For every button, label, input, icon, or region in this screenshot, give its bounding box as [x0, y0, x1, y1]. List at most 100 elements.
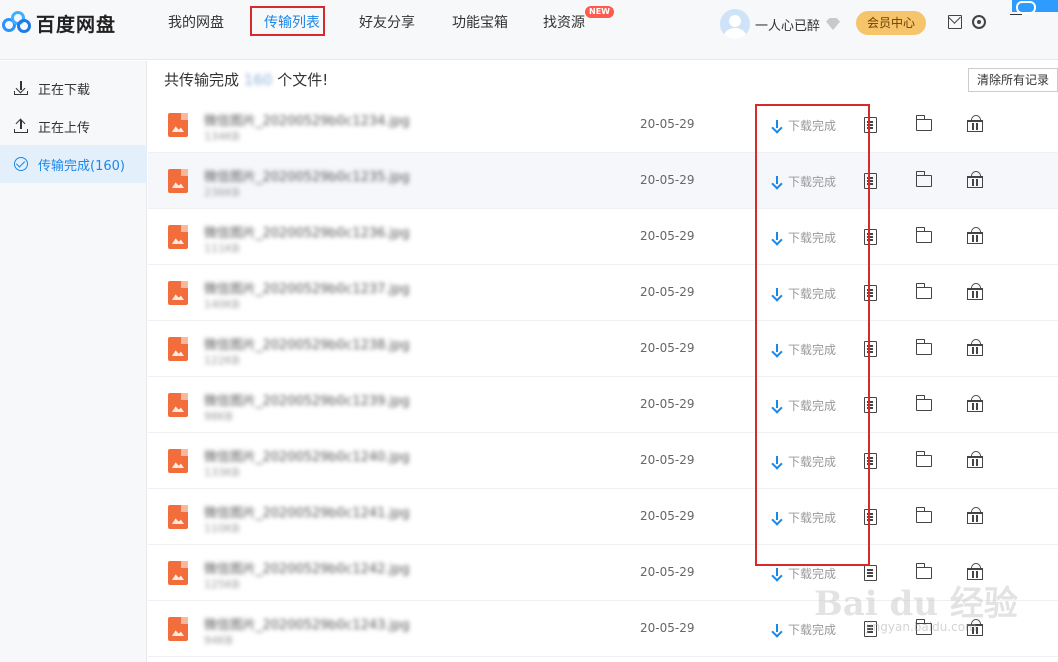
nav-find-resources[interactable]: 找资源 NEW	[543, 6, 614, 32]
download-arrow-icon	[772, 511, 782, 524]
new-badge: NEW	[585, 6, 614, 18]
nav-friend-share[interactable]: 好友分享	[359, 12, 415, 32]
open-file-icon[interactable]	[864, 397, 877, 413]
open-file-icon[interactable]	[864, 565, 877, 581]
open-file-icon[interactable]	[864, 285, 877, 301]
file-date: 20-05-29	[640, 621, 695, 635]
app-name: 百度网盘	[36, 13, 117, 36]
table-row[interactable]: 微信图片_20200529b0c1242.jpg 125KB 20-05-29 下载完…	[148, 545, 1058, 601]
table-row[interactable]: 微信图片_20200529b0c1241.jpg 110KB 20-05-29 下载完…	[148, 489, 1058, 545]
sidebar-item-completed[interactable]: 传输完成(160)	[0, 145, 147, 183]
status-text: 下载完成	[788, 399, 837, 413]
open-file-icon[interactable]	[864, 229, 877, 245]
open-folder-icon[interactable]	[915, 619, 932, 635]
open-file-icon[interactable]	[864, 509, 877, 525]
file-size: 94KB	[204, 634, 233, 647]
image-file-icon	[168, 393, 188, 417]
open-folder-icon[interactable]	[915, 171, 932, 187]
avatar[interactable]	[720, 9, 750, 39]
file-size: 98KB	[204, 410, 233, 423]
open-folder-icon[interactable]	[915, 507, 932, 523]
sidebar-item-label: 正在上传	[38, 120, 91, 136]
delete-basket-icon[interactable]	[967, 339, 983, 356]
open-file-icon[interactable]	[864, 341, 877, 357]
open-folder-icon[interactable]	[915, 563, 932, 579]
open-folder-icon[interactable]	[915, 115, 932, 131]
file-size: 122KB	[204, 354, 240, 367]
delete-basket-icon[interactable]	[967, 395, 983, 412]
transfer-summary: 共传输完成 160 个文件!	[164, 69, 328, 90]
cloud-logo-icon	[0, 8, 34, 38]
sidebar-item-label: 传输完成(160)	[38, 158, 125, 174]
open-folder-icon[interactable]	[915, 283, 932, 299]
download-arrow-icon	[772, 287, 782, 300]
table-row[interactable]: 微信图片_20200529b0c1234.jpg 134KB 20-05-29 下载完…	[148, 97, 1058, 153]
nav-transfer-list[interactable]: 传输列表	[250, 6, 325, 36]
open-file-icon[interactable]	[864, 453, 877, 469]
table-row[interactable]: 微信图片_20200529b0c1236.jpg 111KB 20-05-29 下载完…	[148, 209, 1058, 265]
delete-basket-icon[interactable]	[967, 619, 983, 636]
table-row[interactable]: 微信图片_20200529b0c1237.jpg 140KB 20-05-29 下载完…	[148, 265, 1058, 321]
top-icons	[948, 15, 996, 29]
file-date: 20-05-29	[640, 229, 695, 243]
delete-basket-icon[interactable]	[967, 563, 983, 580]
delete-basket-icon[interactable]	[967, 283, 983, 300]
diamond-icon	[826, 18, 841, 30]
open-file-icon[interactable]	[864, 621, 877, 637]
download-icon	[14, 81, 28, 95]
nav-my-disk[interactable]: 我的网盘	[168, 12, 224, 32]
open-folder-icon[interactable]	[915, 339, 932, 355]
mail-icon[interactable]	[948, 15, 962, 29]
download-arrow-icon	[772, 231, 782, 244]
file-size: 125KB	[204, 578, 240, 591]
status-text: 下载完成	[788, 623, 837, 637]
summary-suffix: 个文件!	[277, 71, 329, 89]
delete-basket-icon[interactable]	[967, 507, 983, 524]
table-row[interactable]: 微信图片_20200529b0c1239.jpg 98KB 20-05-29 下载完成	[148, 377, 1058, 433]
user-profile[interactable]: 一人心已醉	[720, 9, 841, 39]
table-row[interactable]: 微信图片_20200529b0c1235.jpg 236KB 20-05-29 下载完…	[148, 153, 1058, 209]
open-folder-icon[interactable]	[915, 451, 932, 467]
table-row[interactable]: 微信图片_20200529b0c1240.jpg 133KB 20-05-29 下载完…	[148, 433, 1058, 489]
app-logo[interactable]: 百度网盘	[0, 8, 116, 38]
delete-basket-icon[interactable]	[967, 171, 983, 188]
download-arrow-icon	[772, 455, 782, 468]
download-arrow-icon	[772, 119, 782, 132]
table-row[interactable]: 微信图片_20200529b0c1243.jpg 94KB 20-05-29 下载完成	[148, 601, 1058, 657]
status-badge: 下载完成	[772, 397, 836, 414]
nav-toolbox[interactable]: 功能宝箱	[452, 12, 508, 32]
file-size: 110KB	[204, 522, 240, 535]
file-name: 微信图片_20200529b0c1241.jpg	[204, 506, 410, 521]
vip-center-button[interactable]: 会员中心	[856, 11, 926, 35]
open-folder-icon[interactable]	[915, 395, 932, 411]
file-date: 20-05-29	[640, 565, 695, 579]
sidebar: 正在下载 正在上传 传输完成(160)	[0, 61, 147, 662]
file-name: 微信图片_20200529b0c1235.jpg	[204, 170, 410, 185]
status-badge: 下载完成	[772, 453, 836, 470]
file-size: 236KB	[204, 186, 240, 199]
open-file-icon[interactable]	[864, 117, 877, 133]
clear-all-records-button[interactable]: 清除所有记录	[968, 68, 1058, 92]
username: 一人心已醉	[755, 18, 821, 34]
delete-basket-icon[interactable]	[967, 115, 983, 132]
highlight-box	[250, 6, 325, 36]
file-name: 微信图片_20200529b0c1238.jpg	[204, 338, 410, 353]
sidebar-item-downloading[interactable]: 正在下载	[0, 69, 147, 107]
table-row[interactable]: 微信图片_20200529b0c1238.jpg 122KB 20-05-29 下载完…	[148, 321, 1058, 377]
gear-icon[interactable]	[972, 15, 986, 29]
file-date: 20-05-29	[640, 117, 695, 131]
image-file-icon	[168, 449, 188, 473]
status-text: 下载完成	[788, 455, 837, 469]
delete-basket-icon[interactable]	[967, 227, 983, 244]
delete-basket-icon[interactable]	[967, 451, 983, 468]
open-file-icon[interactable]	[864, 173, 877, 189]
file-name: 微信图片_20200529b0c1236.jpg	[204, 226, 410, 241]
sidebar-item-uploading[interactable]: 正在上传	[0, 107, 147, 145]
image-file-icon	[168, 505, 188, 529]
image-file-icon	[168, 281, 188, 305]
open-folder-icon[interactable]	[915, 227, 932, 243]
status-text: 下载完成	[788, 231, 837, 245]
file-size: 140KB	[204, 298, 240, 311]
minimize-icon[interactable]	[1010, 14, 1022, 15]
file-size: 133KB	[204, 466, 240, 479]
